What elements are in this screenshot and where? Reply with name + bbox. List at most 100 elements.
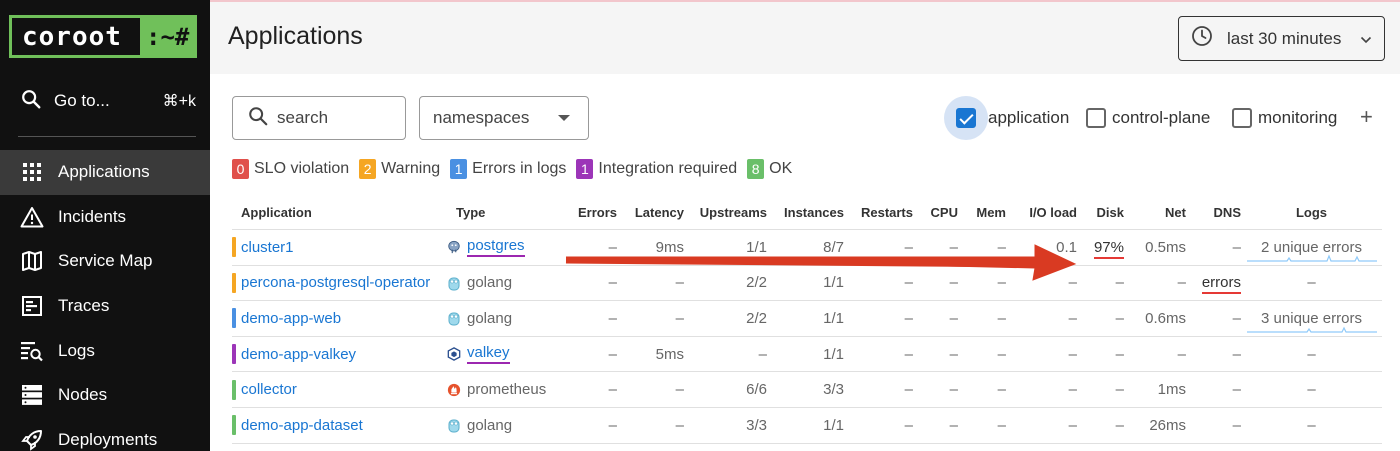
disk-cell[interactable]: –	[1077, 381, 1124, 398]
dns-cell[interactable]: –	[1186, 381, 1241, 398]
cpu-cell[interactable]: –	[913, 381, 958, 398]
disk-cell[interactable]: –	[1077, 417, 1124, 434]
sidebar-item-logs[interactable]: Logs	[0, 328, 210, 373]
type-link[interactable]: valkey	[467, 344, 510, 365]
restarts-cell[interactable]: –	[844, 310, 913, 327]
time-range-button[interactable]: last 30 minutes	[1178, 16, 1385, 61]
column-header[interactable]: Instances	[767, 205, 844, 220]
logs-cell[interactable]: –	[1241, 346, 1382, 363]
coroot-logo[interactable]: coroot :~#	[9, 15, 197, 58]
logs-cell[interactable]: –	[1241, 274, 1382, 291]
logs-cell[interactable]: 3 unique errors	[1241, 310, 1382, 333]
app-link[interactable]: percona-postgresql-operator	[241, 274, 430, 291]
instances-cell[interactable]: 1/1	[767, 274, 844, 291]
add-category-button[interactable]: +	[1360, 104, 1373, 130]
app-link[interactable]: demo-app-dataset	[241, 417, 363, 434]
mem-cell[interactable]: –	[958, 381, 1006, 398]
cpu-cell[interactable]: –	[913, 239, 958, 256]
disk-cell[interactable]: 97%	[1077, 238, 1124, 259]
upstreams-cell[interactable]: 6/6	[684, 381, 767, 398]
io-load-cell[interactable]: –	[1006, 417, 1077, 434]
io-load-cell[interactable]: –	[1006, 310, 1077, 327]
legend-ok[interactable]: 8 OK	[747, 159, 792, 179]
disk-cell[interactable]: –	[1077, 274, 1124, 291]
search-box[interactable]	[232, 96, 406, 140]
disk-cell[interactable]: –	[1077, 310, 1124, 327]
category-monitoring[interactable]: monitoring	[1232, 96, 1337, 140]
dns-cell[interactable]: –	[1186, 346, 1241, 363]
type-link[interactable]: postgres	[467, 237, 525, 258]
net-cell[interactable]: –	[1124, 346, 1186, 363]
upstreams-cell[interactable]: –	[684, 346, 767, 363]
io-load-cell[interactable]: –	[1006, 274, 1077, 291]
dns-cell[interactable]: –	[1186, 239, 1241, 256]
latency-cell[interactable]: 5ms	[617, 346, 684, 363]
restarts-cell[interactable]: –	[844, 381, 913, 398]
legend-warning[interactable]: 2 Warning	[359, 159, 440, 179]
upstreams-cell[interactable]: 2/2	[684, 310, 767, 327]
restarts-cell[interactable]: –	[844, 274, 913, 291]
errors-cell[interactable]: –	[557, 310, 617, 327]
cpu-cell[interactable]: –	[913, 417, 958, 434]
column-header[interactable]: CPU	[913, 205, 958, 220]
latency-cell[interactable]: –	[617, 417, 684, 434]
app-link[interactable]: collector	[241, 381, 297, 398]
cpu-cell[interactable]: –	[913, 274, 958, 291]
column-header[interactable]: Logs	[1241, 205, 1382, 220]
restarts-cell[interactable]: –	[844, 417, 913, 434]
app-link[interactable]: demo-app-web	[241, 310, 341, 327]
sidebar-item-traces[interactable]: Traces	[0, 284, 210, 329]
upstreams-cell[interactable]: 1/1	[684, 239, 767, 256]
sidebar-item-nodes[interactable]: Nodes	[0, 373, 210, 418]
column-header[interactable]: I/O load	[1006, 205, 1077, 220]
category-control-plane[interactable]: control-plane	[1086, 96, 1210, 140]
net-cell[interactable]: –	[1124, 274, 1186, 291]
column-header[interactable]: Errors	[557, 205, 617, 220]
io-load-cell[interactable]: –	[1006, 346, 1077, 363]
net-cell[interactable]: 26ms	[1124, 417, 1186, 434]
column-header[interactable]: Net	[1124, 205, 1186, 220]
column-header[interactable]: Restarts	[844, 205, 913, 220]
logs-cell[interactable]: –	[1241, 417, 1382, 434]
mem-cell[interactable]: –	[958, 310, 1006, 327]
column-header[interactable]: Latency	[617, 205, 684, 220]
dns-cell[interactable]: errors	[1186, 274, 1241, 295]
instances-cell[interactable]: 1/1	[767, 417, 844, 434]
category-application[interactable]: application	[944, 96, 1069, 140]
logs-cell[interactable]: –	[1241, 381, 1382, 398]
sidebar-item-service-map[interactable]: Service Map	[0, 239, 210, 284]
dns-cell[interactable]: –	[1186, 310, 1241, 327]
latency-cell[interactable]: –	[617, 310, 684, 327]
latency-cell[interactable]: –	[617, 381, 684, 398]
logs-cell[interactable]: 2 unique errors	[1241, 239, 1382, 262]
app-link[interactable]: demo-app-valkey	[241, 346, 356, 363]
errors-cell[interactable]: –	[557, 381, 617, 398]
column-header[interactable]: Mem	[958, 205, 1006, 220]
net-cell[interactable]: 0.6ms	[1124, 310, 1186, 327]
net-cell[interactable]: 0.5ms	[1124, 239, 1186, 256]
cpu-cell[interactable]: –	[913, 310, 958, 327]
instances-cell[interactable]: 1/1	[767, 346, 844, 363]
restarts-cell[interactable]: –	[844, 239, 913, 256]
column-header[interactable]: DNS	[1186, 205, 1241, 220]
cpu-cell[interactable]: –	[913, 346, 958, 363]
legend-errors-in-logs[interactable]: 1 Errors in logs	[450, 159, 566, 179]
net-cell[interactable]: 1ms	[1124, 381, 1186, 398]
instances-cell[interactable]: 3/3	[767, 381, 844, 398]
goto-button[interactable]: Go to... ⌘+k	[20, 86, 196, 116]
errors-cell[interactable]: –	[557, 274, 617, 291]
control-plane-checkbox[interactable]	[1086, 108, 1106, 128]
sidebar-item-applications[interactable]: Applications	[0, 150, 210, 195]
latency-cell[interactable]: –	[617, 274, 684, 291]
column-header[interactable]: Upstreams	[684, 205, 767, 220]
latency-cell[interactable]: 9ms	[617, 239, 684, 256]
upstreams-cell[interactable]: 3/3	[684, 417, 767, 434]
instances-cell[interactable]: 1/1	[767, 310, 844, 327]
column-header[interactable]: Type	[447, 205, 557, 220]
column-header[interactable]: Application	[232, 205, 447, 220]
upstreams-cell[interactable]: 2/2	[684, 274, 767, 291]
app-link[interactable]: cluster1	[241, 239, 294, 256]
monitoring-checkbox[interactable]	[1232, 108, 1252, 128]
restarts-cell[interactable]: –	[844, 346, 913, 363]
errors-cell[interactable]: –	[557, 239, 617, 256]
